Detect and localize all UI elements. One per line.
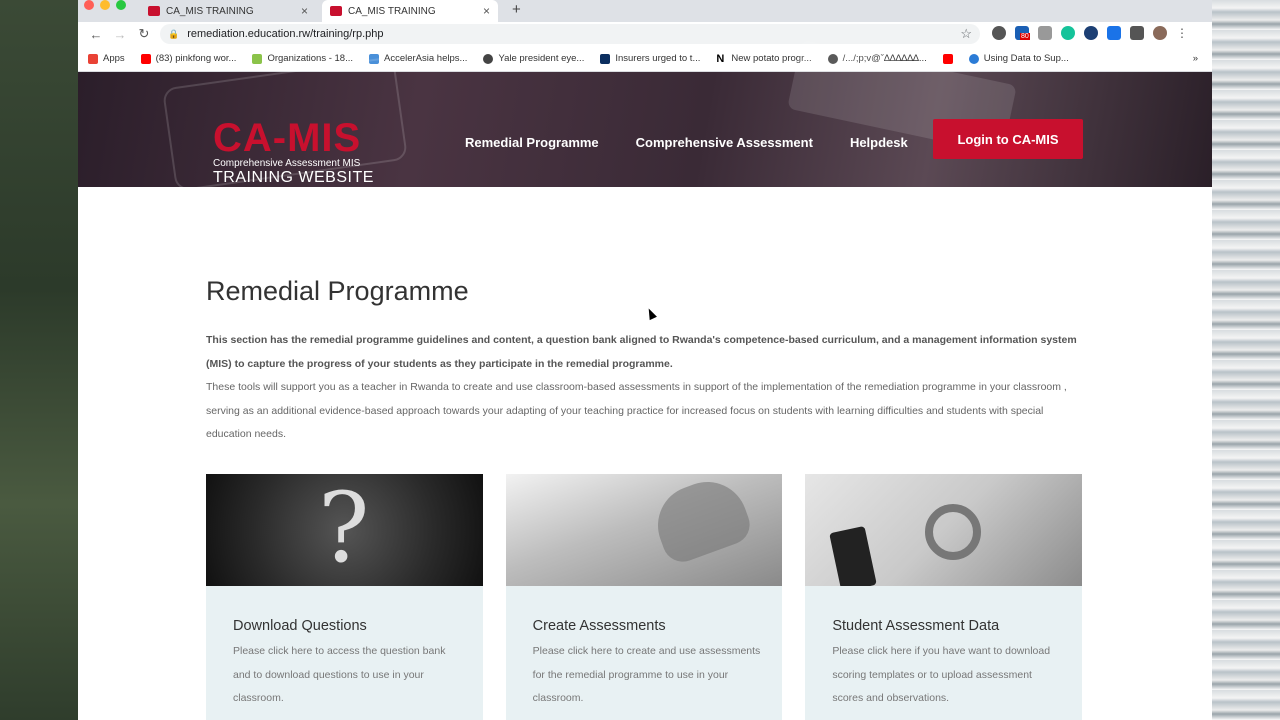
card-download-questions[interactable]: ? Download Questions Please click here t… bbox=[206, 474, 483, 720]
main-nav: Remedial Programme Comprehensive Assessm… bbox=[465, 135, 908, 150]
nav-helpdesk[interactable]: Helpdesk bbox=[850, 135, 908, 150]
logo-tagline: TRAINING WEBSITE bbox=[213, 169, 374, 186]
login-button[interactable]: Login to CA-MIS bbox=[933, 119, 1083, 159]
extensions-area: 80 ⋮ bbox=[992, 26, 1188, 40]
forward-arrow-icon[interactable]: → bbox=[108, 27, 132, 42]
bookmark-item[interactable]: Using Data to Sup... bbox=[968, 53, 1069, 64]
bookmark-apps[interactable]: Apps bbox=[88, 53, 125, 64]
nav-comprehensive-assessment[interactable]: Comprehensive Assessment bbox=[636, 135, 813, 150]
card-title: Create Assessments bbox=[532, 618, 666, 634]
tab-inactive[interactable]: CA_MIS TRAINING × bbox=[140, 0, 316, 22]
bookmark-item[interactable]: Yale president eye... bbox=[483, 53, 584, 64]
maximize-window-button[interactable] bbox=[116, 0, 126, 10]
logo-subtitle: Comprehensive Assessment MIS bbox=[213, 158, 361, 169]
logo-main-text: CA-MIS bbox=[213, 116, 362, 160]
bookmark-label: Apps bbox=[103, 53, 125, 64]
intro-paragraph: These tools will support you as a teache… bbox=[206, 381, 1067, 440]
extension-icon[interactable] bbox=[1084, 26, 1098, 40]
site-favicon-icon bbox=[148, 6, 160, 16]
back-arrow-icon[interactable]: ← bbox=[84, 27, 108, 42]
card-title: Download Questions bbox=[233, 618, 367, 634]
question-mark-image: ? bbox=[206, 474, 483, 586]
close-window-button[interactable] bbox=[84, 0, 94, 10]
tab-title: CA_MIS TRAINING bbox=[166, 5, 254, 17]
menu-kebab-icon[interactable]: ⋮ bbox=[1176, 26, 1188, 40]
bookmark-label: Insurers urged to t... bbox=[615, 53, 701, 64]
data-charts-image bbox=[805, 474, 1083, 586]
bookmark-item[interactable]: Insurers urged to t... bbox=[600, 53, 700, 64]
site-favicon-icon bbox=[330, 6, 342, 16]
card-text: Please click here if you have want to do… bbox=[832, 645, 1051, 704]
youtube-icon bbox=[140, 53, 151, 64]
youtube-icon bbox=[942, 53, 953, 64]
extension-icon[interactable] bbox=[1038, 26, 1052, 40]
browser-toolbar: ← → ↻ 🔒 remediation.education.rw/trainin… bbox=[78, 22, 1212, 46]
card-student-assessment-data[interactable]: Student Assessment Data Please click her… bbox=[805, 474, 1083, 720]
bookmark-star-icon[interactable]: ☆ bbox=[960, 26, 972, 42]
extension-badge: 80 bbox=[1020, 33, 1030, 40]
desktop-background-left bbox=[0, 0, 78, 720]
puzzle-icon[interactable] bbox=[1130, 26, 1144, 40]
bookmarks-bar: Apps (83) pinkfong wor... Organizations … bbox=[78, 46, 1212, 72]
site-icon bbox=[968, 53, 979, 64]
site-header: CA-MIS Comprehensive Assessment MIS TRAI… bbox=[78, 72, 1212, 187]
bookmark-item[interactable]: Organizations - 18... bbox=[252, 53, 353, 64]
globe-icon bbox=[483, 53, 494, 64]
cards-grid: ? Download Questions Please click here t… bbox=[206, 474, 1083, 720]
url-text: remediation.education.rw/training/rp.php bbox=[187, 28, 384, 40]
extension-icon[interactable]: 80 bbox=[1015, 26, 1030, 40]
hand-writing-image bbox=[505, 474, 783, 586]
extension-icon[interactable] bbox=[1107, 26, 1121, 40]
close-tab-icon[interactable]: × bbox=[483, 4, 490, 18]
bookmark-label: Yale president eye... bbox=[498, 53, 585, 64]
apps-grid-icon bbox=[88, 53, 98, 64]
tab-bar: CA_MIS TRAINING × CA_MIS TRAINING × + bbox=[78, 0, 1212, 22]
avatar[interactable] bbox=[1153, 26, 1167, 40]
intro-text: This section has the remedial programme … bbox=[206, 329, 1086, 447]
card-title: Student Assessment Data bbox=[832, 618, 1000, 634]
n-logo-icon: N bbox=[716, 53, 727, 64]
desktop-background-right bbox=[1212, 0, 1280, 720]
nav-remedial-programme[interactable]: Remedial Programme bbox=[465, 135, 599, 150]
bookmark-label: Organizations - 18... bbox=[267, 53, 353, 64]
bookmark-item[interactable] bbox=[942, 53, 953, 64]
more-bookmarks-icon[interactable]: » bbox=[1193, 53, 1198, 64]
card-text: Please click here to create and use asse… bbox=[532, 645, 761, 704]
lock-icon: 🔒 bbox=[168, 28, 180, 39]
intro-bold: This section has the remedial programme … bbox=[206, 334, 1077, 370]
bookmark-item[interactable]: (83) pinkfong wor... bbox=[140, 53, 237, 64]
window-controls bbox=[84, 0, 126, 10]
main-content: Remedial Programme This section has the … bbox=[206, 187, 1086, 720]
page-title: Remedial Programme bbox=[206, 276, 469, 306]
close-tab-icon[interactable]: × bbox=[301, 4, 308, 18]
site-icon bbox=[252, 53, 263, 64]
site-icon bbox=[600, 53, 611, 64]
grammarly-icon[interactable] bbox=[1061, 26, 1075, 40]
new-tab-button[interactable]: + bbox=[512, 0, 521, 22]
address-bar[interactable]: 🔒 remediation.education.rw/training/rp.p… bbox=[160, 24, 980, 44]
bookmark-label: (83) pinkfong wor... bbox=[155, 53, 237, 64]
reload-icon[interactable]: ↻ bbox=[132, 26, 156, 42]
tab-title: CA_MIS TRAINING bbox=[348, 5, 436, 17]
extension-icon[interactable] bbox=[992, 26, 1006, 40]
ca-mis-logo[interactable]: CA-MIS Comprehensive Assessment MIS TRAI… bbox=[213, 118, 374, 187]
card-text: Please click here to access the question… bbox=[233, 645, 446, 704]
card-create-assessments[interactable]: Create Assessments Please click here to … bbox=[505, 474, 783, 720]
bookmark-label: AccelerAsia helps... bbox=[384, 53, 468, 64]
bookmark-label: Using Data to Sup... bbox=[983, 53, 1069, 64]
minimize-window-button[interactable] bbox=[100, 0, 110, 10]
browser-window: CA_MIS TRAINING × CA_MIS TRAINING × + ← … bbox=[78, 0, 1212, 720]
tab-active[interactable]: CA_MIS TRAINING × bbox=[322, 0, 498, 22]
